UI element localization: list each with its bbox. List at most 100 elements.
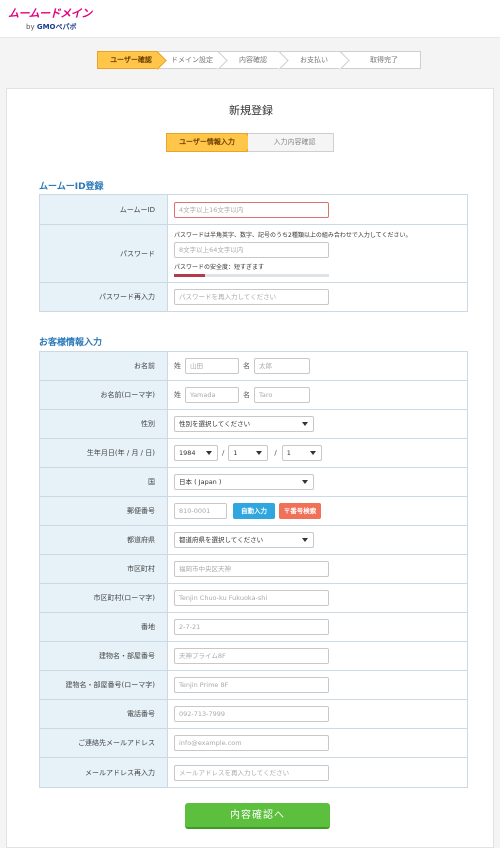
step-user-confirm: ユーザー確認	[97, 51, 158, 69]
password-strength-fill	[174, 274, 205, 277]
logo-sub-prefix: by	[26, 23, 35, 31]
name-roman-label: お名前(ローマ字)	[40, 381, 168, 409]
sei-label: 姓	[174, 362, 181, 370]
step-label: 取得完了	[370, 56, 398, 64]
confirm-submit-button[interactable]: 内容確認へ	[185, 803, 330, 829]
address-cell: 2-7-21	[168, 613, 467, 641]
page-title: 新規登録	[229, 104, 273, 117]
prefecture-label: 都道府県	[40, 526, 168, 554]
building-roman-input[interactable]: Tenjin Prime 8F	[174, 677, 329, 693]
password-confirm-label: パスワード再入力	[40, 283, 168, 311]
city-roman-input[interactable]: Tenjin Chuo-ku Fukuoka-shi	[174, 590, 329, 606]
gender-select[interactable]: 性別を選択してください	[174, 416, 314, 432]
name-cell: 姓 山田 名 太郎	[168, 352, 467, 380]
id-label: ムームーID	[40, 195, 168, 224]
prefecture-cell: 都道府県を選択してください	[168, 526, 467, 554]
form-row-prefecture: 都道府県 都道府県を選択してください	[40, 526, 467, 555]
password-note: パスワードは半角英字、数字、記号のうち2種類以上の組み合わせで入力してください。	[174, 232, 412, 239]
form-row-city-roman: 市区町村(ローマ字) Tenjin Chuo-ku Fukuoka-shi	[40, 584, 467, 613]
logo-sub: by GMOペパボ	[26, 22, 92, 32]
logo[interactable]: ムームードメイン by GMOペパボ	[8, 5, 92, 32]
building-roman-cell: Tenjin Prime 8F	[168, 671, 467, 699]
email-input[interactable]: info@example.com	[174, 735, 329, 751]
auto-fill-button[interactable]: 自動入力	[233, 503, 275, 519]
form-row-password: パスワード パスワードは半角英字、数字、記号のうち2種類以上の組み合わせで入力し…	[40, 225, 467, 283]
email-confirm-label: メールアドレス再入力	[40, 758, 168, 787]
last-name-roman-input[interactable]: Yamada	[185, 387, 239, 403]
form-row-name-roman: お名前(ローマ字) 姓 Yamada 名 Taro	[40, 381, 467, 410]
step-label: お支払い	[300, 56, 328, 64]
substep-confirm: 入力内容確認	[248, 133, 334, 152]
password-strength-text: パスワードの安全度：短すぎます	[174, 264, 265, 271]
sub-steps: ユーザー情報入力 入力内容確認	[166, 133, 334, 152]
phone-label: 電話番号	[40, 700, 168, 728]
step-label: ドメイン設定	[171, 56, 213, 64]
birth-month-select[interactable]: 1	[228, 445, 269, 461]
sei-label: 姓	[174, 391, 181, 399]
form-row-id: ムームーID 4文字以上16文字以内	[40, 195, 467, 225]
password-label: パスワード	[40, 225, 168, 282]
mei-label: 名	[243, 362, 250, 370]
name-label: お名前	[40, 352, 168, 380]
form-row-email: ご連絡先メールアドレス info@example.com	[40, 729, 467, 758]
password-block: パスワードは半角英字、数字、記号のうち2種類以上の組み合わせで入力してください。…	[174, 225, 411, 282]
substep-user-input: ユーザー情報入力	[166, 133, 248, 152]
customer-info-table: お名前 姓 山田 名 太郎 お名前(ローマ字) 姓 Yamada 名 Taro …	[39, 351, 468, 788]
header: ムームードメイン by GMOペパボ	[0, 0, 500, 38]
name-roman-cell: 姓 Yamada 名 Taro	[168, 381, 467, 409]
form-row-password-confirm: パスワード再入力 パスワードを再入力してください	[40, 283, 467, 311]
phone-input[interactable]: 092-713-7999	[174, 706, 329, 722]
form-row-city: 市区町村 福岡市中央区天神	[40, 555, 467, 584]
city-roman-label: 市区町村(ローマ字)	[40, 584, 168, 612]
country-select[interactable]: 日本 ( Japan )	[174, 474, 314, 490]
date-separator: /	[274, 449, 277, 457]
birth-day-select[interactable]: 1	[281, 445, 322, 461]
registration-card: 新規登録 ユーザー情報入力 入力内容確認 ムームーID登録 ムームーID 4文字…	[6, 88, 494, 848]
zip-label: 郵便番号	[40, 497, 168, 525]
step-domain-settings: ドメイン設定	[158, 51, 219, 69]
first-name-input[interactable]: 太郎	[254, 358, 310, 374]
form-row-birthdate: 生年月日(年 / 月 / 日) 1984 / 1 / 1	[40, 439, 467, 468]
password-input[interactable]: 8文字以上64文字以内	[174, 242, 329, 258]
country-label: 国	[40, 468, 168, 496]
email-confirm-input[interactable]: メールアドレスを再入力してください	[174, 764, 329, 781]
id-cell: 4文字以上16文字以内	[168, 195, 467, 224]
zip-cell: 810-0001 自動入力 〒番号検索	[168, 497, 467, 525]
birthdate-label: 生年月日(年 / 月 / 日)	[40, 439, 168, 467]
building-input[interactable]: 天神プライム8F	[174, 648, 329, 664]
prefecture-select[interactable]: 都道府県を選択してください	[174, 532, 314, 548]
zip-input[interactable]: 810-0001	[174, 503, 227, 519]
building-roman-label: 建物名・部屋番号(ローマ字)	[40, 671, 168, 699]
address-label: 番地	[40, 613, 168, 641]
last-name-input[interactable]: 山田	[185, 358, 239, 374]
city-cell: 福岡市中央区天神	[168, 555, 467, 583]
form-row-name: お名前 姓 山田 名 太郎	[40, 352, 467, 381]
birth-year-select[interactable]: 1984	[174, 445, 218, 461]
city-roman-cell: Tenjin Chuo-ku Fukuoka-shi	[168, 584, 467, 612]
zip-search-button[interactable]: 〒番号検索	[279, 503, 321, 519]
email-confirm-cell: メールアドレスを再入力してください	[168, 758, 467, 787]
phone-cell: 092-713-7999	[168, 700, 467, 728]
form-row-email-confirm: メールアドレス再入力 メールアドレスを再入力してください	[40, 758, 467, 787]
mei-label: 名	[243, 391, 250, 399]
building-cell: 天神プライム8F	[168, 642, 467, 670]
gender-label: 性別	[40, 410, 168, 438]
password-confirm-cell: パスワードを再入力してください	[168, 283, 467, 311]
form-row-phone: 電話番号 092-713-7999	[40, 700, 467, 729]
form-row-building-roman: 建物名・部屋番号(ローマ字) Tenjin Prime 8F	[40, 671, 467, 700]
progress-steps: ユーザー確認 ドメイン設定 内容確認 お支払い 取得完了	[97, 51, 421, 69]
password-strength-bar	[174, 274, 329, 277]
address-input[interactable]: 2-7-21	[174, 619, 329, 635]
form-row-building: 建物名・部屋番号 天神プライム8F	[40, 642, 467, 671]
password-confirm-input[interactable]: パスワードを再入力してください	[174, 289, 329, 305]
building-label: 建物名・部屋番号	[40, 642, 168, 670]
section-title-customer-info: お客様情報入力	[39, 338, 103, 348]
first-name-roman-input[interactable]: Taro	[254, 387, 310, 403]
muumuu-id-input[interactable]: 4文字以上16文字以内	[174, 201, 329, 218]
city-label: 市区町村	[40, 555, 168, 583]
country-cell: 日本 ( Japan )	[168, 468, 467, 496]
logo-sub-brand: GMOペパボ	[36, 23, 77, 31]
section-title-muumuu-id: ムームーID登録	[39, 182, 104, 192]
form-row-zip: 郵便番号 810-0001 自動入力 〒番号検索	[40, 497, 467, 526]
city-input[interactable]: 福岡市中央区天神	[174, 561, 329, 577]
